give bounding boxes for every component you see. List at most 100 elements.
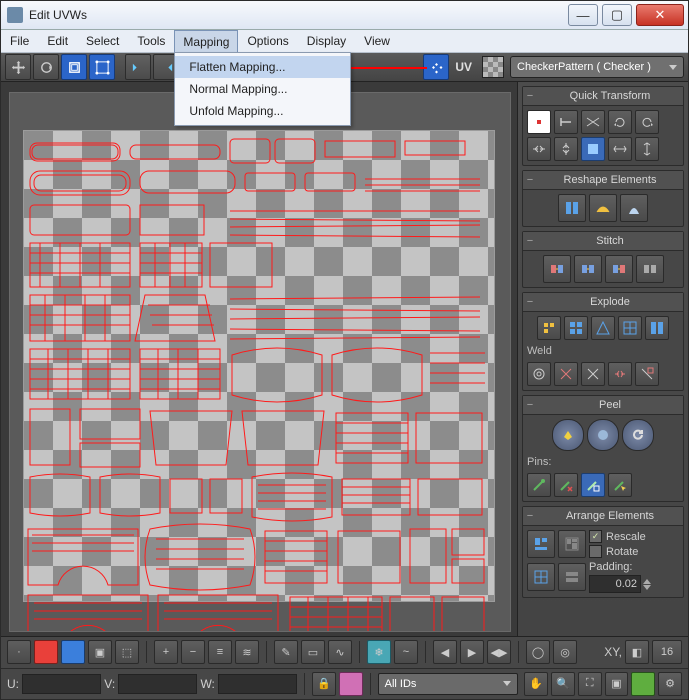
flow-v-icon[interactable]: [554, 137, 578, 161]
flow-h-icon[interactable]: [527, 137, 551, 161]
w-label: W:: [200, 677, 214, 691]
pin-add-icon[interactable]: [527, 473, 551, 497]
rotate-tool-icon[interactable]: [33, 54, 59, 80]
dropdown-normal-mapping[interactable]: Normal Mapping...: [175, 78, 350, 100]
mirror-right-icon[interactable]: ▶: [460, 640, 484, 664]
select-by-elem-icon[interactable]: ⬚: [115, 640, 139, 664]
uv-viewport[interactable]: [9, 92, 511, 632]
zoom-extents-icon[interactable]: ⛶: [578, 672, 602, 696]
paint-sel-icon[interactable]: ✎: [274, 640, 298, 664]
spinner-down-icon[interactable]: [643, 585, 651, 590]
menu-tools[interactable]: Tools: [128, 30, 174, 52]
explode-faces-icon[interactable]: [537, 316, 561, 340]
minimize-button[interactable]: —: [568, 4, 598, 26]
straighten-icon[interactable]: [558, 194, 586, 222]
mirror-left-icon[interactable]: ◀: [433, 640, 457, 664]
zoom-icon[interactable]: 🔍: [551, 672, 575, 696]
ring-uv-icon[interactable]: ◎: [553, 640, 577, 664]
break-icon[interactable]: [608, 362, 632, 386]
loop-sel-icon[interactable]: ≋: [235, 640, 259, 664]
detach-icon[interactable]: [635, 362, 659, 386]
show-map-icon[interactable]: [423, 54, 449, 80]
align-x-icon[interactable]: [581, 110, 605, 134]
maximize-button[interactable]: ▢: [602, 4, 632, 26]
pack-tight-icon[interactable]: [558, 530, 586, 558]
v-input[interactable]: [118, 674, 197, 694]
mirror-h-icon[interactable]: [125, 54, 151, 80]
weld-target-icon[interactable]: [527, 362, 551, 386]
move-tool-icon[interactable]: [5, 54, 31, 80]
close-button[interactable]: ✕: [636, 4, 684, 26]
rotate-ccw-icon[interactable]: [608, 110, 632, 134]
axis-mode-icon[interactable]: ◧: [625, 640, 649, 664]
scale-tool-icon[interactable]: [61, 54, 87, 80]
dropdown-flatten-mapping[interactable]: Flatten Mapping...: [175, 56, 350, 78]
shrink-sel-icon[interactable]: −: [181, 640, 205, 664]
spinner-up-icon[interactable]: [643, 579, 651, 584]
pin-remove-icon[interactable]: [554, 473, 578, 497]
menu-display[interactable]: Display: [298, 30, 355, 52]
relax-icon[interactable]: ~: [394, 640, 418, 664]
rescale-checkbox[interactable]: ✓: [589, 530, 602, 543]
menu-edit[interactable]: Edit: [38, 30, 77, 52]
material-id-dropdown[interactable]: All IDs: [378, 673, 519, 695]
menu-select[interactable]: Select: [77, 30, 128, 52]
ring-sel-icon[interactable]: ≡: [208, 640, 232, 664]
w-input[interactable]: [218, 674, 297, 694]
menu-mapping[interactable]: Mapping Flatten Mapping... Normal Mappin…: [174, 30, 238, 52]
reshape-title: Reshape Elements: [537, 174, 683, 186]
face-mode-icon[interactable]: [61, 640, 85, 664]
spread-h-icon[interactable]: [608, 137, 632, 161]
explode-mat-icon[interactable]: [645, 316, 669, 340]
texture-dropdown[interactable]: CheckerPattern ( Checker ): [510, 56, 684, 78]
rotate-cw-icon[interactable]: [635, 110, 659, 134]
menu-file[interactable]: File: [1, 30, 38, 52]
weld-all-icon[interactable]: [581, 362, 605, 386]
align-origin-icon[interactable]: [527, 110, 551, 134]
pan-icon[interactable]: ✋: [524, 672, 548, 696]
lock-uv-icon[interactable]: 🔒: [312, 672, 336, 696]
relax-shape-icon[interactable]: [620, 194, 648, 222]
zoom-region-icon[interactable]: ▣: [605, 672, 629, 696]
checker-swatch[interactable]: [482, 56, 504, 78]
grow-sel-icon[interactable]: +: [154, 640, 178, 664]
pack-linear-icon[interactable]: [558, 563, 586, 591]
menu-options[interactable]: Options: [238, 30, 297, 52]
dropdown-unfold-mapping[interactable]: Unfold Mapping...: [175, 100, 350, 122]
stitch-custom-icon[interactable]: [636, 255, 664, 283]
explode-angle-icon[interactable]: [591, 316, 615, 340]
pin-auto-icon[interactable]: [581, 473, 605, 497]
u-input[interactable]: [22, 674, 101, 694]
edge-mode-icon[interactable]: [34, 640, 58, 664]
paint-marquee-icon[interactable]: ▭: [301, 640, 325, 664]
align-left-icon[interactable]: [554, 110, 578, 134]
relax-tool-icon[interactable]: [589, 194, 617, 222]
pack-custom-icon[interactable]: [527, 530, 555, 558]
explode-poly-icon[interactable]: [564, 316, 588, 340]
options-icon[interactable]: ⚙: [658, 672, 682, 696]
rotate-checkbox[interactable]: [589, 545, 602, 558]
quick-peel-icon[interactable]: [552, 419, 584, 451]
fit-box-icon[interactable]: [581, 137, 605, 161]
menu-view[interactable]: View: [355, 30, 399, 52]
snap-icon[interactable]: [631, 672, 655, 696]
pin-select-icon[interactable]: [608, 473, 632, 497]
peel-mode-icon[interactable]: [587, 419, 619, 451]
tweak-icon[interactable]: ❄: [367, 640, 391, 664]
vertex-mode-icon[interactable]: ·: [7, 640, 31, 664]
mirror-both-icon[interactable]: ◀▶: [487, 640, 511, 664]
abs-mode-icon[interactable]: [339, 672, 363, 696]
weld-sel-icon[interactable]: [554, 362, 578, 386]
reset-peel-icon[interactable]: [622, 419, 654, 451]
stitch-source-icon[interactable]: [543, 255, 571, 283]
element-mode-icon[interactable]: ▣: [88, 640, 112, 664]
stitch-average-icon[interactable]: [574, 255, 602, 283]
loop-uv-icon[interactable]: ◯: [526, 640, 550, 664]
soft-sel-icon[interactable]: ∿: [328, 640, 352, 664]
freeform-tool-icon[interactable]: [89, 54, 115, 80]
spread-v-icon[interactable]: [635, 137, 659, 161]
stitch-target-icon[interactable]: [605, 255, 633, 283]
padding-spinner[interactable]: 0.02: [589, 575, 641, 593]
pack-recurse-icon[interactable]: [527, 563, 555, 591]
explode-smooth-icon[interactable]: [618, 316, 642, 340]
